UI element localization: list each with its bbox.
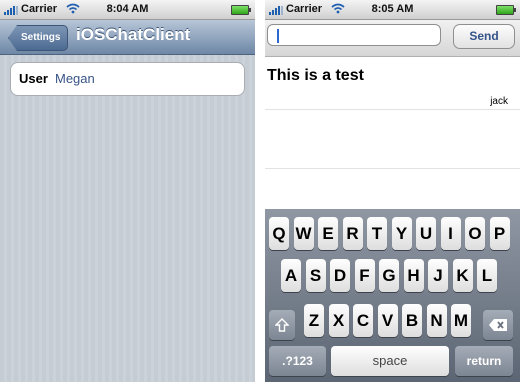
key-x[interactable]: X [328, 304, 349, 337]
row-divider [265, 109, 520, 110]
battery-icon [496, 5, 516, 15]
key-i[interactable]: I [440, 217, 461, 250]
key-u[interactable]: U [416, 217, 436, 250]
user-row[interactable]: User Megan [10, 62, 245, 96]
key-n[interactable]: N [426, 304, 447, 337]
clock: 8:05 AM [371, 3, 414, 15]
on-screen-keyboard: .?123 space return QWERTYUIOP ASDFGHJKL ZX… [265, 209, 520, 382]
key-r[interactable]: R [342, 217, 363, 250]
return-key[interactable]: return [455, 346, 513, 376]
key-a[interactable]: A [281, 259, 301, 292]
user-value: Megan [55, 71, 95, 86]
page-title: iOSChatClient [76, 25, 191, 44]
send-button[interactable]: Send [453, 24, 515, 49]
shift-key[interactable] [269, 310, 295, 340]
message-text: This is a test [267, 67, 364, 84]
key-c[interactable]: C [353, 304, 373, 337]
key-h[interactable]: H [403, 259, 424, 292]
key-e[interactable]: E [318, 217, 338, 250]
user-label: User [19, 71, 48, 86]
key-w[interactable]: W [293, 217, 314, 250]
key-v[interactable]: V [377, 304, 398, 337]
key-q[interactable]: Q [269, 217, 289, 250]
delete-key[interactable] [483, 310, 513, 340]
message-list: This is a test jack [265, 57, 520, 209]
settings-back-button[interactable]: Settings [8, 25, 69, 51]
key-t[interactable]: T [367, 217, 387, 250]
numbers-key[interactable]: .?123 [269, 346, 326, 376]
text-cursor [277, 29, 279, 43]
key-p[interactable]: P [489, 217, 510, 250]
key-l[interactable]: L [477, 259, 497, 292]
navigation-bar: Settings iOSChatClient [0, 20, 255, 55]
backspace-icon [489, 319, 507, 331]
key-b[interactable]: B [402, 304, 422, 337]
grouped-table-background [0, 55, 255, 382]
clock: 8:04 AM [106, 3, 149, 15]
key-z[interactable]: Z [304, 304, 324, 337]
key-y[interactable]: Y [391, 217, 412, 250]
row-divider [265, 168, 520, 169]
key-f[interactable]: F [354, 259, 375, 292]
status-bar: Carrier 8:04 AM [0, 0, 255, 20]
key-d[interactable]: D [330, 259, 350, 292]
settings-screen: Carrier 8:04 AM Settings iOSChatClient U… [0, 0, 255, 382]
chat-screen: Carrier 8:05 AM Send This is a test jack [265, 0, 520, 382]
key-o[interactable]: O [465, 217, 485, 250]
message-author: jack [490, 96, 508, 107]
battery-icon [231, 5, 251, 15]
compose-bar: Send [265, 20, 520, 57]
message-input[interactable] [267, 24, 441, 46]
key-j[interactable]: J [428, 259, 448, 292]
shift-arrow-icon [274, 318, 290, 332]
key-s[interactable]: S [305, 259, 326, 292]
status-bar: Carrier 8:05 AM [265, 0, 520, 20]
key-m[interactable]: M [451, 304, 471, 337]
space-key[interactable]: space [331, 346, 449, 376]
key-k[interactable]: K [452, 259, 473, 292]
key-g[interactable]: G [379, 259, 399, 292]
